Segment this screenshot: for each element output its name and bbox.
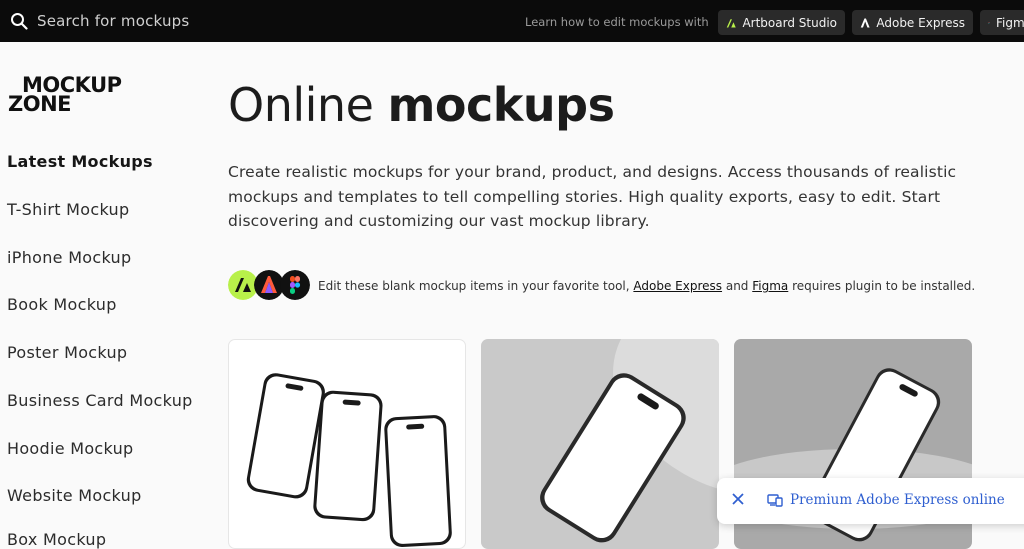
sidebar-item-latest-mockups[interactable]: Latest Mockups	[7, 152, 153, 171]
adobe-express-label: Adobe Express	[876, 15, 965, 30]
sidebar-item-business-card-mockup[interactable]: Business Card Mockup	[7, 391, 193, 410]
search-icon[interactable]	[10, 12, 28, 30]
tools-row: Edit these blank mockup items in your fa…	[228, 270, 1024, 302]
page-title-bold: mockups	[387, 78, 615, 132]
mockup-card-three-phones[interactable]	[228, 339, 466, 549]
figma-icon	[988, 21, 990, 24]
tools-text: Edit these blank mockup items in your fa…	[318, 279, 975, 293]
logo-line-2: ZONE	[8, 92, 71, 116]
figma-label: Figma	[995, 15, 1024, 30]
adobe-express-link[interactable]: Adobe Express	[633, 279, 722, 293]
artboard-studio-button[interactable]: Artboard Studio	[718, 10, 845, 35]
premium-adobe-express-toast[interactable]: Premium Adobe Express online	[717, 478, 1024, 524]
adobe-express-button[interactable]: Adobe Express	[852, 10, 973, 35]
tools-suffix: requires plugin to be installed.	[788, 279, 976, 293]
artboard-icon	[726, 18, 736, 27]
artboard-studio-label: Artboard Studio	[742, 15, 837, 30]
sidebar-item-iphone-mockup[interactable]: iPhone Mockup	[7, 248, 131, 267]
figma-button[interactable]: Figma	[980, 10, 1024, 35]
learn-text: Learn how to edit mockups with	[525, 15, 709, 29]
devices-icon	[767, 494, 783, 507]
page-title-light: Online	[228, 78, 388, 132]
figma-round-icon[interactable]	[280, 270, 310, 300]
sidebar-item-tshirt-mockup[interactable]: T-Shirt Mockup	[7, 200, 129, 219]
sidebar-item-website-mockup[interactable]: Website Mockup	[7, 486, 142, 505]
tools-and: and	[722, 279, 753, 293]
adobe-express-icon	[860, 18, 870, 27]
page-description: Create realistic mockups for your brand,…	[228, 163, 957, 230]
page-title: Online mockups	[228, 78, 615, 132]
top-bar: Search for mockups Learn how to edit moc…	[0, 0, 1024, 42]
mockup-zone-logo[interactable]: MOCKUP ZONE	[8, 75, 122, 116]
phone-angled-image	[540, 339, 719, 543]
figma-link[interactable]: Figma	[752, 279, 788, 293]
sidebar-item-hoodie-mockup[interactable]: Hoodie Mockup	[7, 439, 134, 458]
close-icon[interactable]	[731, 492, 745, 506]
sidebar-item-poster-mockup[interactable]: Poster Mockup	[7, 343, 127, 362]
sidebar-item-book-mockup[interactable]: Book Mockup	[7, 295, 117, 314]
three-phones-image	[246, 373, 452, 547]
toast-text[interactable]: Premium Adobe Express online	[790, 492, 1005, 508]
sidebar-item-box-mockup[interactable]: Box Mockup	[7, 530, 106, 549]
tools-prefix: Edit these blank mockup items in your fa…	[318, 279, 634, 293]
search-input[interactable]: Search for mockups	[37, 12, 189, 30]
mockup-card-phone-angled[interactable]	[481, 339, 719, 549]
